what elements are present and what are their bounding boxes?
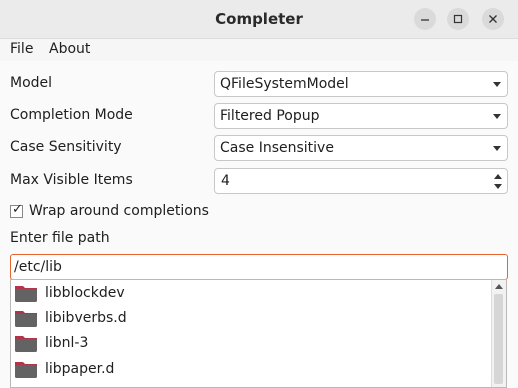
file-path-input[interactable]: /etc/lib [10,254,508,280]
file-path-value: /etc/lib [14,259,62,275]
scroll-up-icon[interactable] [495,284,503,289]
maximize-button[interactable] [447,8,469,30]
menu-file[interactable]: File [10,41,33,57]
menu-about[interactable]: About [49,41,90,57]
wrap-around-label[interactable]: Wrap around completions [29,203,209,219]
completion-popup: libblockdev libibverbs.d libnl-3 libpape… [10,279,507,388]
folder-icon [15,336,37,352]
spin-down-icon[interactable] [494,184,502,189]
list-item[interactable]: libblockdev [14,281,484,305]
max-visible-items-value: 4 [221,173,230,189]
popup-item-label: libibverbs.d [45,310,127,326]
completion-mode-value: Filtered Popup [220,108,320,124]
maximize-icon [453,14,463,24]
folder-icon [15,362,37,378]
model-combobox[interactable]: QFileSystemModel [214,71,508,97]
list-item[interactable]: libnl-3 [14,331,484,355]
folder-icon [15,311,37,327]
popup-item-label: libnl-3 [45,335,89,351]
case-sensitivity-combobox[interactable]: Case Insensitive [214,135,508,161]
close-icon [489,15,497,23]
minimize-icon [421,19,429,21]
popup-item-label: libblockdev [45,285,125,301]
scroll-thumb[interactable] [494,294,503,384]
folder-icon [15,286,37,302]
completion-mode-label: Completion Mode [10,107,133,123]
checkmark-icon: ✓ [12,202,23,217]
title-bar: Completer [0,0,518,39]
file-path-label: Enter file path [10,230,110,246]
case-sensitivity-value: Case Insensitive [220,140,334,156]
close-button[interactable] [482,8,504,30]
list-item[interactable]: libibverbs.d [14,306,484,330]
completer-window: Completer File About Model QFileSystemMo… [0,0,518,388]
window-title: Completer [215,10,303,28]
popup-scrollbar[interactable] [491,280,506,387]
list-item[interactable]: libpaper.d [14,357,484,381]
wrap-around-checkbox[interactable]: ✓ [10,202,23,218]
case-sensitivity-label: Case Sensitivity [10,139,122,155]
spin-up-icon[interactable] [494,174,502,179]
chevron-down-icon [493,82,501,87]
model-value: QFileSystemModel [220,76,349,92]
max-visible-items-label: Max Visible Items [10,172,133,188]
menu-bar: File About [0,39,518,61]
minimize-button[interactable] [414,8,436,30]
completion-mode-combobox[interactable]: Filtered Popup [214,103,508,129]
chevron-down-icon [493,146,501,151]
max-visible-items-spinbox[interactable]: 4 [214,168,508,194]
chevron-down-icon [493,114,501,119]
model-label: Model [10,75,53,91]
popup-item-label: libpaper.d [45,361,115,377]
